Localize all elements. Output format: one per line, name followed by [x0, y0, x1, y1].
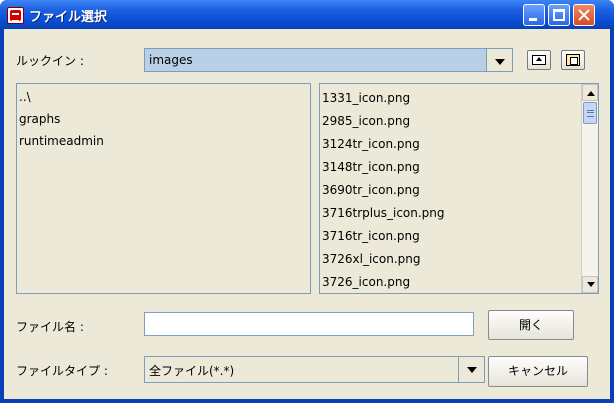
title-bar[interactable]: ファイル選択 — [0, 0, 614, 29]
close-icon — [574, 5, 594, 25]
list-item[interactable]: 3716trplus_icon.png — [322, 202, 445, 224]
dialog-body: ルックイン : images ..\ graphs runtimeadmin 1… — [4, 29, 610, 399]
window-title: ファイル選択 — [29, 10, 108, 25]
up-one-level-button[interactable] — [527, 50, 551, 70]
java-app-icon — [7, 7, 24, 24]
folder-list[interactable]: ..\ graphs runtimeadmin — [16, 83, 311, 294]
file-list[interactable]: 1331_icon.png 2985_icon.png 3124tr_icon.… — [319, 83, 599, 294]
home-button[interactable] — [561, 50, 585, 70]
minimize-button[interactable] — [523, 4, 545, 26]
scroll-up-icon[interactable] — [582, 84, 598, 101]
look-in-label: ルックイン : — [16, 54, 84, 68]
scroll-thumb[interactable] — [583, 102, 597, 124]
list-item[interactable]: 3726xl_icon.png — [322, 248, 421, 270]
list-item[interactable]: graphs — [19, 108, 60, 130]
filename-label: ファイル名 : — [16, 320, 84, 334]
filetype-combo[interactable]: 全ファイル(*.*) — [144, 356, 485, 383]
open-button[interactable]: 開く — [488, 310, 574, 340]
file-list-scrollbar[interactable] — [581, 84, 598, 293]
list-item[interactable]: 1331_icon.png — [322, 87, 410, 109]
home-folder-icon — [566, 54, 580, 66]
maximize-icon — [553, 9, 565, 21]
list-item[interactable]: 3726_icon.png — [322, 271, 410, 293]
filetype-value: 全ファイル(*.*) — [149, 364, 235, 378]
maximize-button[interactable] — [548, 4, 570, 26]
up-one-level-icon — [532, 55, 546, 65]
filename-input[interactable] — [144, 312, 474, 336]
list-item[interactable]: 3124tr_icon.png — [322, 133, 420, 155]
scroll-down-icon[interactable] — [582, 276, 598, 293]
minimize-icon — [529, 18, 537, 21]
list-item[interactable]: ..\ — [19, 86, 31, 108]
cancel-button[interactable]: キャンセル — [488, 356, 588, 387]
list-item[interactable]: 3716tr_icon.png — [322, 225, 420, 247]
filetype-label: ファイルタイプ : — [16, 364, 108, 378]
list-item[interactable]: 2985_icon.png — [322, 110, 410, 132]
chevron-down-icon[interactable] — [486, 49, 512, 71]
close-button[interactable] — [573, 4, 595, 26]
look-in-value: images — [149, 53, 193, 67]
list-item[interactable]: 3690tr_icon.png — [322, 179, 420, 201]
look-in-combo[interactable]: images — [144, 48, 513, 72]
file-chooser-dialog: ファイル選択 ルックイン : images ..\ graphs runtime… — [0, 0, 614, 403]
list-item[interactable]: 3148tr_icon.png — [322, 156, 420, 178]
list-item[interactable]: runtimeadmin — [19, 130, 104, 152]
chevron-down-icon[interactable] — [458, 357, 484, 382]
